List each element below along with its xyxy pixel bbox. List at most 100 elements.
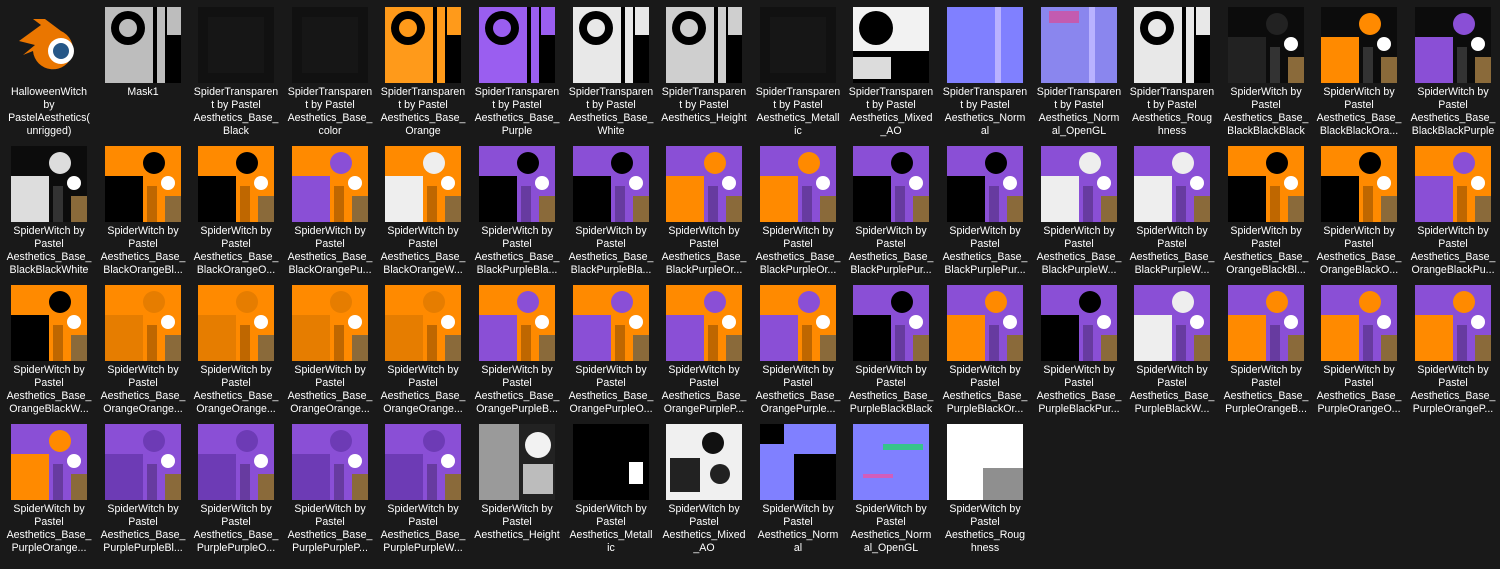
- thumbnail: [1321, 285, 1397, 361]
- file-item[interactable]: SpiderWitch by Pastel Aesthetics_Base_ B…: [286, 143, 374, 281]
- file-item[interactable]: SpiderWitch by Pastel Aesthetics_Base_ O…: [1222, 143, 1310, 281]
- thumbnail: [1321, 146, 1397, 222]
- file-name: SpiderWitch by Pastel Aesthetics_Base_ B…: [848, 225, 934, 276]
- thumbnail: [853, 7, 929, 83]
- file-item[interactable]: SpiderTransparen t by Pastel Aesthetics_…: [1035, 4, 1123, 142]
- file-item[interactable]: SpiderWitch by Pastel Aesthetics_Base_ O…: [567, 282, 655, 420]
- file-name: SpiderWitch by Pastel Aesthetics_Base_ B…: [6, 225, 92, 276]
- file-item[interactable]: SpiderWitch by Pastel Aesthetics_Norm al…: [847, 421, 935, 559]
- thumbnail: [385, 424, 461, 500]
- file-item[interactable]: SpiderTransparen t by Pastel Aesthetics_…: [1128, 4, 1216, 142]
- file-item[interactable]: SpiderWitch by Pastel Aesthetics_Base_ B…: [473, 143, 561, 281]
- file-item[interactable]: SpiderWitch by Pastel Aesthetics_Base_ O…: [1315, 143, 1403, 281]
- thumbnail: [11, 424, 87, 500]
- file-item[interactable]: SpiderWitch by Pastel Aesthetics_Base_ O…: [192, 282, 280, 420]
- file-item[interactable]: SpiderTransparen t by Pastel Aesthetics_…: [660, 4, 748, 142]
- file-name: SpiderWitch by Pastel Aesthetics_Base_ O…: [380, 364, 466, 415]
- file-name: SpiderWitch by Pastel Aesthetics_Base_ P…: [100, 503, 186, 554]
- thumbnail: [666, 7, 742, 83]
- thumbnail: [573, 285, 649, 361]
- file-name: SpiderWitch by Pastel Aesthetics_Base_ P…: [6, 503, 92, 554]
- file-item[interactable]: SpiderTransparen t by Pastel Aesthetics_…: [941, 4, 1029, 142]
- file-item[interactable]: SpiderWitch by Pastel Aesthetics_Base_ P…: [1222, 282, 1310, 420]
- file-name: Mask1: [127, 86, 159, 98]
- file-name: SpiderWitch by Pastel Aesthetics_Base_ O…: [755, 364, 841, 415]
- file-item[interactable]: SpiderWitch by Pastel Aesthetics_Base_ B…: [379, 143, 467, 281]
- file-item[interactable]: SpiderWitch by Pastel Aesthetics_Base_ B…: [5, 143, 93, 281]
- file-name: SpiderWitch by Pastel Aesthetics_Base_ P…: [380, 503, 466, 554]
- file-name: SpiderWitch by Pastel Aesthetics_Norm al…: [850, 503, 932, 554]
- file-name: SpiderTransparen t by Pastel Aesthetics_…: [661, 86, 747, 124]
- file-item[interactable]: Mask1: [99, 4, 187, 142]
- file-item[interactable]: SpiderWitch by Pastel Aesthetics_Base_ P…: [1128, 282, 1216, 420]
- file-item[interactable]: SpiderWitch by Pastel Aesthetics_Mixed _…: [660, 421, 748, 559]
- file-name: SpiderTransparen t by Pastel Aesthetics_…: [287, 86, 373, 137]
- file-item[interactable]: SpiderWitch by Pastel Aesthetics_Base_ P…: [941, 282, 1029, 420]
- file-item[interactable]: SpiderWitch by Pastel Aesthetics_Base_ B…: [660, 143, 748, 281]
- file-name: SpiderWitch by Pastel Aesthetics_Base_ P…: [942, 364, 1028, 415]
- file-item[interactable]: SpiderTransparen t by Pastel Aesthetics_…: [286, 4, 374, 142]
- file-item[interactable]: SpiderWitch by Pastel Aesthetics_Base_ O…: [286, 282, 374, 420]
- thumbnail: [666, 424, 742, 500]
- file-item[interactable]: SpiderTransparen t by Pastel Aesthetics_…: [567, 4, 655, 142]
- file-item[interactable]: HalloweenWitch by PastelAesthetics( unri…: [5, 4, 93, 142]
- thumbnail: [479, 285, 555, 361]
- file-item[interactable]: SpiderWitch by Pastel Aesthetics_Base_ P…: [1315, 282, 1403, 420]
- file-item[interactable]: SpiderWitch by Pastel Aesthetics_Base_ P…: [192, 421, 280, 559]
- file-item[interactable]: SpiderWitch by Pastel Aesthetics_Base_ P…: [99, 421, 187, 559]
- file-item[interactable]: SpiderWitch by Pastel Aesthetics_Base_ B…: [192, 143, 280, 281]
- file-item[interactable]: SpiderWitch by Pastel Aesthetics_Base_ P…: [1035, 282, 1123, 420]
- file-item[interactable]: SpiderWitch by Pastel Aesthetics_Base_ O…: [660, 282, 748, 420]
- file-name: SpiderWitch by Pastel Aesthetics_Roug hn…: [944, 503, 1026, 554]
- thumbnail: [1415, 146, 1491, 222]
- file-item[interactable]: SpiderWitch by Pastel Aesthetics_Roug hn…: [941, 421, 1029, 559]
- file-item[interactable]: SpiderTransparen t by Pastel Aesthetics_…: [473, 4, 561, 142]
- file-item[interactable]: SpiderWitch by Pastel Aesthetics_Base_ O…: [379, 282, 467, 420]
- file-name: SpiderWitch by Pastel Aesthetics_Base_ P…: [1129, 364, 1215, 415]
- file-item[interactable]: SpiderWitch by Pastel Aesthetics_Base_ B…: [1128, 143, 1216, 281]
- file-item[interactable]: SpiderTransparen t by Pastel Aesthetics_…: [192, 4, 280, 142]
- file-item[interactable]: SpiderWitch by Pastel Aesthetics_Base_ B…: [754, 143, 842, 281]
- file-name: SpiderWitch by Pastel Aesthetics_Base_ O…: [474, 364, 560, 415]
- file-item[interactable]: SpiderWitch by Pastel Aesthetics_Base_ B…: [941, 143, 1029, 281]
- blender-icon: [11, 7, 87, 83]
- file-name: SpiderWitch by Pastel Aesthetics_Base_ O…: [1316, 225, 1402, 276]
- file-item[interactable]: SpiderWitch by Pastel Aesthetics_Base_ O…: [1409, 143, 1497, 281]
- file-item[interactable]: SpiderWitch by Pastel Aesthetics_Norm al: [754, 421, 842, 559]
- file-item[interactable]: SpiderWitch by Pastel Aesthetics_Base_ O…: [473, 282, 561, 420]
- file-name: SpiderWitch by Pastel Aesthetics_Base_ O…: [661, 364, 747, 415]
- thumbnail: [947, 285, 1023, 361]
- file-item[interactable]: SpiderWitch by Pastel Aesthetics_Base_ O…: [754, 282, 842, 420]
- file-item[interactable]: SpiderWitch by Pastel Aesthetics_Base_ P…: [5, 421, 93, 559]
- file-item[interactable]: SpiderWitch by Pastel Aesthetics_Base_ P…: [847, 282, 935, 420]
- thumbnail: [11, 146, 87, 222]
- file-item[interactable]: SpiderWitch by Pastel Aesthetics_Base_ P…: [286, 421, 374, 559]
- thumbnail: [292, 146, 368, 222]
- file-item[interactable]: SpiderWitch by Pastel Aesthetics_Base_ B…: [1035, 143, 1123, 281]
- file-item[interactable]: SpiderWitch by Pastel Aesthetics_Base_ B…: [99, 143, 187, 281]
- file-item[interactable]: SpiderWitch by Pastel Aesthetics_Base_ B…: [1222, 4, 1310, 142]
- file-item[interactable]: SpiderWitch by Pastel Aesthetics_Base_ B…: [1315, 4, 1403, 142]
- file-item[interactable]: SpiderWitch by Pastel Aesthetics_Metall …: [567, 421, 655, 559]
- thumbnail: [573, 424, 649, 500]
- file-item[interactable]: SpiderWitch by Pastel Aesthetics_Base_ O…: [99, 282, 187, 420]
- thumbnail: [479, 146, 555, 222]
- file-name: SpiderWitch by Pastel Aesthetics_Base_ B…: [287, 225, 373, 276]
- file-item[interactable]: SpiderTransparen t by Pastel Aesthetics_…: [754, 4, 842, 142]
- file-name: SpiderTransparen t by Pastel Aesthetics_…: [1036, 86, 1122, 137]
- file-name: SpiderWitch by Pastel Aesthetics_Base_ B…: [568, 225, 654, 276]
- file-item[interactable]: SpiderWitch by Pastel Aesthetics_Base_ P…: [379, 421, 467, 559]
- thumbnail: [385, 146, 461, 222]
- file-name: SpiderWitch by Pastel Aesthetics_Base_ B…: [1036, 225, 1122, 276]
- file-item[interactable]: SpiderWitch by Pastel Aesthetics_Base_ B…: [1409, 4, 1497, 142]
- file-item[interactable]: SpiderWitch by Pastel Aesthetics_Base_ B…: [567, 143, 655, 281]
- file-name: SpiderWitch by Pastel Aesthetics_Metall …: [569, 503, 653, 554]
- file-name: SpiderWitch by Pastel Aesthetics_Base_ P…: [848, 364, 934, 415]
- file-item[interactable]: SpiderWitch by Pastel Aesthetics_Base_ P…: [1409, 282, 1497, 420]
- file-item[interactable]: SpiderWitch by Pastel Aesthetics_Height: [473, 421, 561, 559]
- file-item[interactable]: SpiderTransparen t by Pastel Aesthetics_…: [847, 4, 935, 142]
- file-item[interactable]: SpiderWitch by Pastel Aesthetics_Base_ O…: [5, 282, 93, 420]
- file-item[interactable]: SpiderWitch by Pastel Aesthetics_Base_ B…: [847, 143, 935, 281]
- file-item[interactable]: SpiderTransparen t by Pastel Aesthetics_…: [379, 4, 467, 142]
- thumbnail: [1041, 7, 1117, 83]
